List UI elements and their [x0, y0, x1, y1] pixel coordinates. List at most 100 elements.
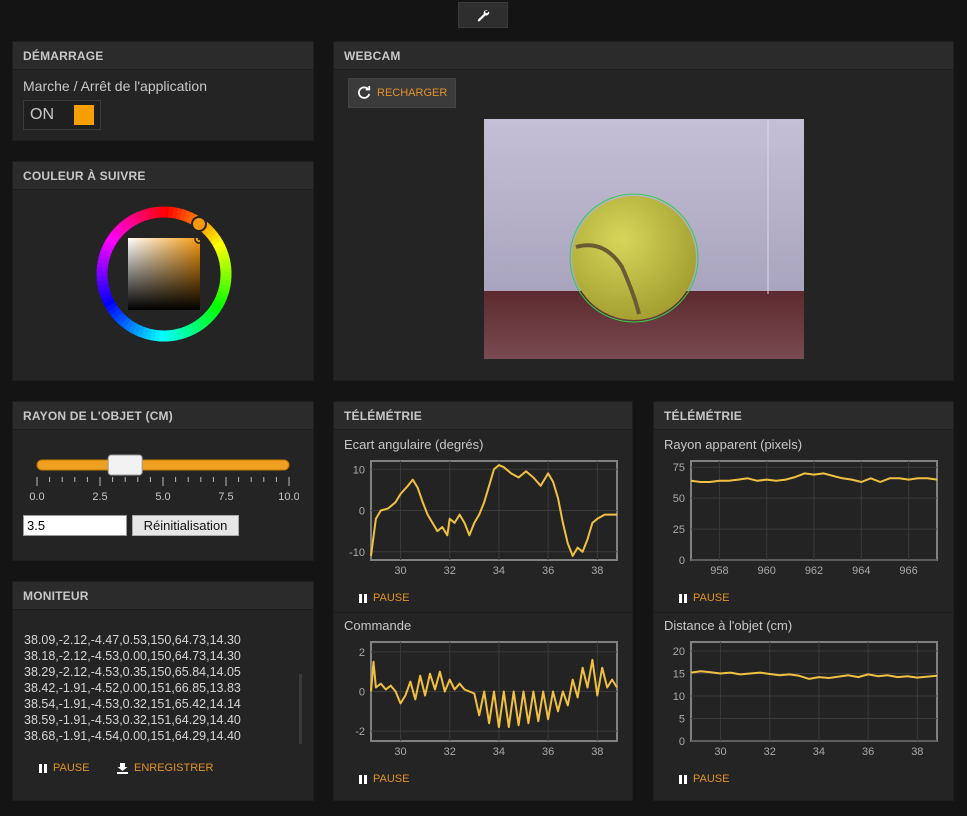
pause-button-commande[interactable]: PAUSE	[359, 773, 409, 785]
y-tick-label: 0	[679, 555, 685, 567]
pause-icon	[39, 763, 47, 773]
moniteur-title: MONITEUR	[13, 582, 313, 610]
x-tick-label: 34	[493, 565, 505, 577]
monitor-line: 38.09,-2.12,-4.47,0.53,150,64.73,14.30	[24, 633, 241, 647]
chart-rayon-apparent: 958 960 962 964 966 75 50 25 0	[673, 460, 938, 577]
webcam-panel: WEBCAM RECHARGER	[333, 41, 954, 381]
pause-label: PAUSE	[53, 762, 90, 774]
monitor-pause-button[interactable]: PAUSE	[39, 762, 89, 774]
y-tick-label: 0	[679, 736, 685, 748]
y-tick-label: 10	[673, 691, 685, 703]
x-tick-label: 958	[710, 565, 728, 577]
x-tick-label: 32	[764, 746, 776, 758]
monitor-log: 38.09,-2.12,-4.47,0.53,150,64.73,14.30 3…	[24, 632, 304, 744]
toggle-knob	[74, 105, 94, 125]
x-tick-label: 30	[714, 746, 726, 758]
y-tick-label: 50	[673, 493, 685, 505]
reload-label: RECHARGER	[377, 87, 448, 99]
app-on-off-toggle[interactable]: ON	[23, 100, 101, 130]
x-tick-label: 36	[542, 565, 554, 577]
pause-icon	[359, 593, 367, 603]
reset-button[interactable]: Réinitialisation	[132, 515, 239, 536]
hue-marker[interactable]	[191, 216, 207, 232]
settings-button[interactable]	[458, 2, 508, 28]
pause-icon	[679, 774, 687, 784]
telemetrie-left-title: TÉLÉMÉTRIE	[334, 402, 632, 430]
y-tick-label: 15	[673, 669, 685, 681]
x-tick-label: 960	[758, 565, 776, 577]
monitor-line: 38.54,-1.91,-4.53,0.32,151,65.42,14.14	[24, 697, 241, 711]
telemetrie-right-panel: TÉLÉMÉTRIE Rayon apparent (pixels) 958 96…	[653, 401, 954, 801]
chart-distance-objet: 30 32 34 36 38 20 15 10 5 0	[673, 641, 938, 758]
pause-label: PAUSE	[373, 773, 410, 785]
chart-commande: 30 32 34 36 38 2 0 -2	[355, 641, 618, 758]
y-tick-label: -2	[355, 726, 365, 738]
slider-track	[36, 459, 290, 471]
couleur-title: COULEUR À SUIVRE	[13, 162, 313, 190]
rayon-title: RAYON DE L'OBJET (CM)	[13, 402, 313, 430]
demarrage-panel: DÉMARRAGE Marche / Arrêt de l'applicatio…	[12, 41, 314, 141]
couleur-panel: COULEUR À SUIVRE	[12, 161, 314, 381]
pause-button-rayon[interactable]: PAUSE	[679, 592, 729, 604]
slider-tick-label: 10.0	[278, 491, 299, 503]
x-tick-label: 38	[911, 746, 923, 758]
reload-button[interactable]: RECHARGER	[348, 78, 456, 108]
x-tick-label: 38	[591, 565, 603, 577]
x-tick-label: 36	[862, 746, 874, 758]
slider-tick-label: 2.5	[92, 491, 107, 503]
radius-slider[interactable]: 0.0 2.5 5.0 7.5 10.0	[29, 446, 299, 516]
pause-button-ecart[interactable]: PAUSE	[359, 592, 409, 604]
chart-title-distance: Distance à l'objet (cm)	[664, 618, 793, 633]
refresh-icon	[358, 86, 371, 99]
x-tick-label: 32	[444, 746, 456, 758]
wrench-icon	[477, 9, 490, 22]
pause-button-distance[interactable]: PAUSE	[679, 773, 729, 785]
x-tick-label: 38	[591, 746, 603, 758]
chart-ecart-angulaire: 30 32 34 36 38 10 0 -10	[349, 460, 618, 577]
pause-label: PAUSE	[693, 592, 730, 604]
chart-title-rayon: Rayon apparent (pixels)	[664, 437, 803, 452]
color-picker[interactable]	[89, 198, 239, 348]
x-tick-label: 34	[813, 746, 825, 758]
monitor-line: 38.29,-2.12,-4.53,0.35,150,65.84,14.05	[24, 665, 241, 679]
slider-tick-label: 5.0	[155, 491, 170, 503]
slider-handle[interactable]	[107, 454, 143, 476]
chart-divider	[654, 612, 953, 613]
y-tick-label: 0	[359, 687, 365, 699]
y-tick-label: 20	[673, 646, 685, 658]
moniteur-panel: MONITEUR 38.09,-2.12,-4.47,0.53,150,64.7…	[12, 581, 314, 801]
download-icon	[117, 762, 128, 774]
monitor-scrollbar[interactable]	[299, 674, 302, 744]
y-tick-label: 25	[673, 524, 685, 536]
x-tick-label: 32	[444, 565, 456, 577]
toggle-text: ON	[30, 106, 54, 123]
pause-icon	[679, 593, 687, 603]
radius-value-input[interactable]	[23, 515, 127, 536]
y-tick-label: 0	[359, 506, 365, 518]
pause-label: PAUSE	[373, 592, 410, 604]
rayon-panel: RAYON DE L'OBJET (CM) 0.0 2.5 5.0 7.5 10.0 R…	[12, 401, 314, 561]
x-tick-label: 962	[805, 565, 823, 577]
pause-icon	[359, 774, 367, 784]
chart-divider	[334, 612, 632, 613]
slider-tick-label: 0.0	[29, 491, 44, 503]
monitor-line: 38.18,-2.12,-4.53,0.00,150,64.73,14.30	[24, 649, 241, 663]
y-tick-label: 10	[353, 464, 365, 476]
x-tick-label: 964	[852, 565, 870, 577]
y-tick-label: 2	[359, 647, 365, 659]
x-tick-label: 36	[542, 746, 554, 758]
y-tick-label: 75	[673, 462, 685, 474]
slider-tick-label: 7.5	[218, 491, 233, 503]
chart-title-ecart: Ecart angulaire (degrés)	[344, 437, 484, 452]
monitor-line: 38.59,-1.91,-4.53,0.32,151,64.29,14.40	[24, 713, 241, 727]
demarrage-label: Marche / Arrêt de l'application	[23, 78, 207, 94]
x-tick-label: 30	[394, 746, 406, 758]
telemetrie-left-panel: TÉLÉMÉTRIE Ecart angulaire (degrés) 30 32…	[333, 401, 633, 801]
x-tick-label: 34	[493, 746, 505, 758]
save-button[interactable]: ENREGISTRER	[117, 762, 213, 774]
y-tick-label: 5	[679, 714, 685, 726]
telemetrie-right-title: TÉLÉMÉTRIE	[654, 402, 953, 430]
monitor-line: 38.68,-1.91,-4.54,0.00,151,64.29,14.40	[24, 729, 241, 743]
chart-title-commande: Commande	[344, 618, 412, 633]
webcam-feed	[484, 119, 804, 359]
